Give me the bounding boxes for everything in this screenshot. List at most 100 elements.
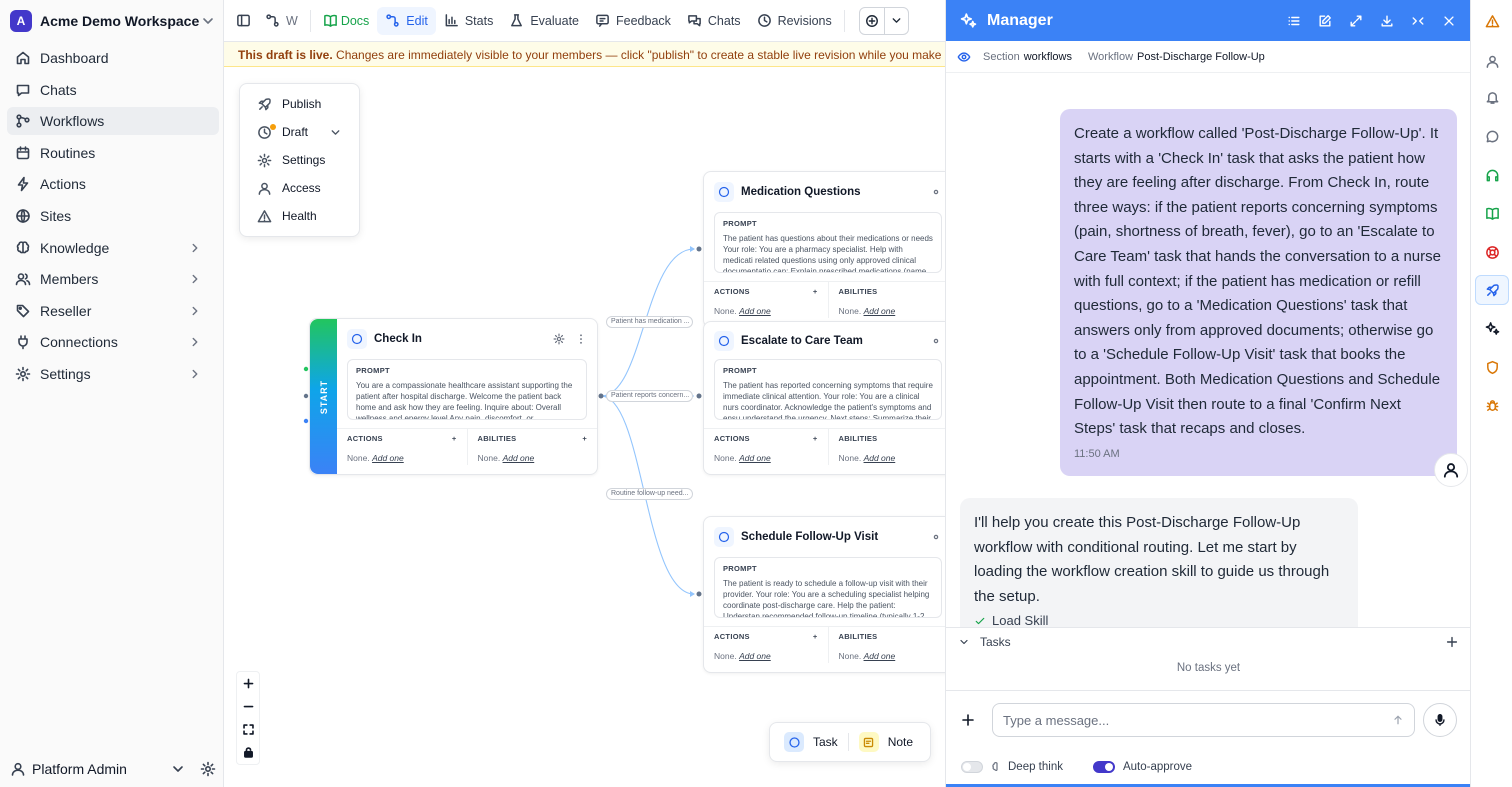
chevron-down-icon[interactable] xyxy=(958,636,980,648)
rail-security[interactable] xyxy=(1475,352,1509,382)
node-prompt[interactable]: PROMPT The patient has questions about t… xyxy=(714,212,942,273)
chat-thread[interactable]: Create a workflow called 'Post-Discharge… xyxy=(946,73,1471,627)
sidebar-item-label: Sites xyxy=(40,207,72,224)
tab-feedback[interactable]: Feedback xyxy=(587,7,679,35)
edge-label-routine[interactable]: Routine follow-up need... xyxy=(606,488,693,500)
user-icon xyxy=(10,761,26,777)
user-menu[interactable]: Platform Admin xyxy=(10,758,216,780)
tab-edit[interactable]: Edit xyxy=(377,6,436,35)
task-node-check-in[interactable]: START Check In PROMPT You are a compassi… xyxy=(309,318,598,475)
collapse-icon[interactable] xyxy=(1411,14,1425,28)
add-ability-link[interactable]: Add one xyxy=(864,651,896,661)
gear-icon[interactable] xyxy=(200,761,216,777)
chevron-down-icon[interactable] xyxy=(170,761,186,777)
add-action-link[interactable]: Add one xyxy=(739,306,771,316)
add-task-icon[interactable] xyxy=(1445,635,1459,649)
add-action-link[interactable]: Add one xyxy=(739,453,771,463)
microphone-button[interactable] xyxy=(1423,703,1457,737)
more-icon[interactable] xyxy=(575,333,587,345)
plus-icon[interactable]: + xyxy=(813,434,818,443)
toggle-sidebar-button[interactable] xyxy=(224,7,257,35)
rail-deploy[interactable] xyxy=(1475,275,1509,305)
sidebar-item-routines[interactable]: Routines xyxy=(7,139,219,167)
sidebar-item-members[interactable]: Members xyxy=(7,265,219,293)
deep-think-toggle[interactable] xyxy=(961,761,983,773)
zoom-in-icon[interactable] xyxy=(242,677,255,690)
tool-call-load-skill[interactable]: Load Skill xyxy=(974,613,1344,627)
menu-item-settings[interactable]: Settings xyxy=(240,146,359,174)
message-input[interactable] xyxy=(1003,712,1392,728)
rail-manager[interactable] xyxy=(1475,313,1509,343)
tab-evaluate[interactable]: Evaluate xyxy=(501,7,587,35)
tab-chats[interactable]: Chats xyxy=(679,7,749,35)
node-prompt[interactable]: PROMPT You are a compassionate healthcar… xyxy=(347,359,587,420)
add-ability-link[interactable]: Add one xyxy=(503,453,535,463)
new-chat-icon[interactable] xyxy=(1318,14,1332,28)
rail-debug[interactable] xyxy=(1475,390,1509,420)
chat-icon xyxy=(714,527,734,547)
task-node-schedule-follow-up-visit[interactable]: Schedule Follow-Up Visit PROMPT The pati… xyxy=(703,516,945,673)
chevron-down-icon[interactable] xyxy=(883,7,908,34)
sidebar-item-knowledge[interactable]: Knowledge xyxy=(7,234,219,262)
auto-approve-toggle[interactable] xyxy=(1092,761,1115,773)
download-icon[interactable] xyxy=(1380,14,1394,28)
menu-item-publish[interactable]: Publish xyxy=(240,90,359,118)
expand-icon[interactable] xyxy=(1349,14,1363,28)
sidebar-item-connections[interactable]: Connections xyxy=(7,328,219,356)
rail-support[interactable] xyxy=(1475,160,1509,190)
sparkle-icon xyxy=(960,12,977,29)
add-icon[interactable] xyxy=(860,8,884,34)
menu-item-draft[interactable]: Draft xyxy=(240,118,359,146)
lock-icon[interactable] xyxy=(242,746,255,759)
workflow-canvas[interactable]: Publish Draft Settings Access Health STA… xyxy=(224,67,945,787)
rail-chat[interactable] xyxy=(1475,121,1509,151)
gear-icon[interactable] xyxy=(930,335,942,347)
rail-warning[interactable] xyxy=(1475,6,1509,36)
docs-button[interactable]: Docs xyxy=(315,7,377,35)
sidebar-item-sites[interactable]: Sites xyxy=(7,202,219,230)
add-ability-link[interactable]: Add one xyxy=(864,306,896,316)
add-action-link[interactable]: Add one xyxy=(739,651,771,661)
sidebar-item-reseller[interactable]: Reseller xyxy=(7,297,219,325)
add-note-button[interactable]: Note xyxy=(851,728,921,756)
workflow-breadcrumb[interactable]: W xyxy=(257,7,306,35)
edge-label-concern[interactable]: Patient reports concern... xyxy=(606,390,693,402)
edge-label-medication[interactable]: Patient has medication ... xyxy=(606,316,693,328)
close-icon[interactable] xyxy=(1442,14,1456,28)
task-node-escalate-to-care-team[interactable]: Escalate to Care Team PROMPT The patient… xyxy=(703,321,945,475)
plus-icon[interactable]: + xyxy=(582,434,587,443)
send-icon[interactable] xyxy=(1392,714,1404,726)
plus-icon[interactable]: + xyxy=(452,434,457,443)
sidebar-item-label: Members xyxy=(40,271,99,288)
rail-docs[interactable] xyxy=(1475,198,1509,228)
sidebar-item-dashboard[interactable]: Dashboard xyxy=(7,44,219,72)
gear-icon[interactable] xyxy=(553,333,565,345)
sidebar-item-settings[interactable]: Settings xyxy=(7,360,219,388)
rail-notifications[interactable] xyxy=(1475,82,1509,112)
fit-view-icon[interactable] xyxy=(242,723,255,736)
plus-icon[interactable]: + xyxy=(813,632,818,641)
sidebar-item-chats[interactable]: Chats xyxy=(7,76,219,104)
list-icon[interactable] xyxy=(1287,14,1301,28)
workspace-switcher[interactable]: A Acme Demo Workspace xyxy=(10,9,216,33)
gear-icon[interactable] xyxy=(930,186,942,198)
attach-icon[interactable] xyxy=(960,712,978,728)
rail-help[interactable] xyxy=(1475,237,1509,267)
task-node-medication-questions[interactable]: Medication Questions PROMPT The patient … xyxy=(703,171,945,328)
tab-stats[interactable]: Stats xyxy=(436,7,502,35)
rail-profile[interactable] xyxy=(1475,46,1509,76)
menu-item-access[interactable]: Access xyxy=(240,174,359,202)
add-task-button[interactable]: Task xyxy=(776,728,846,756)
sidebar-item-actions[interactable]: Actions xyxy=(7,170,219,198)
menu-item-health[interactable]: Health xyxy=(240,202,359,230)
node-prompt[interactable]: PROMPT The patient has reported concerni… xyxy=(714,359,942,420)
plus-icon[interactable]: + xyxy=(813,287,818,296)
zoom-out-icon[interactable] xyxy=(242,700,255,713)
eye-icon[interactable] xyxy=(957,50,983,64)
sidebar-item-workflows[interactable]: Workflows xyxy=(7,107,219,136)
gear-icon[interactable] xyxy=(930,531,942,543)
add-ability-link[interactable]: Add one xyxy=(864,453,896,463)
node-prompt[interactable]: PROMPT The patient is ready to schedule … xyxy=(714,557,942,618)
tab-revisions[interactable]: Revisions xyxy=(749,7,840,35)
add-action-link[interactable]: Add one xyxy=(372,453,404,463)
